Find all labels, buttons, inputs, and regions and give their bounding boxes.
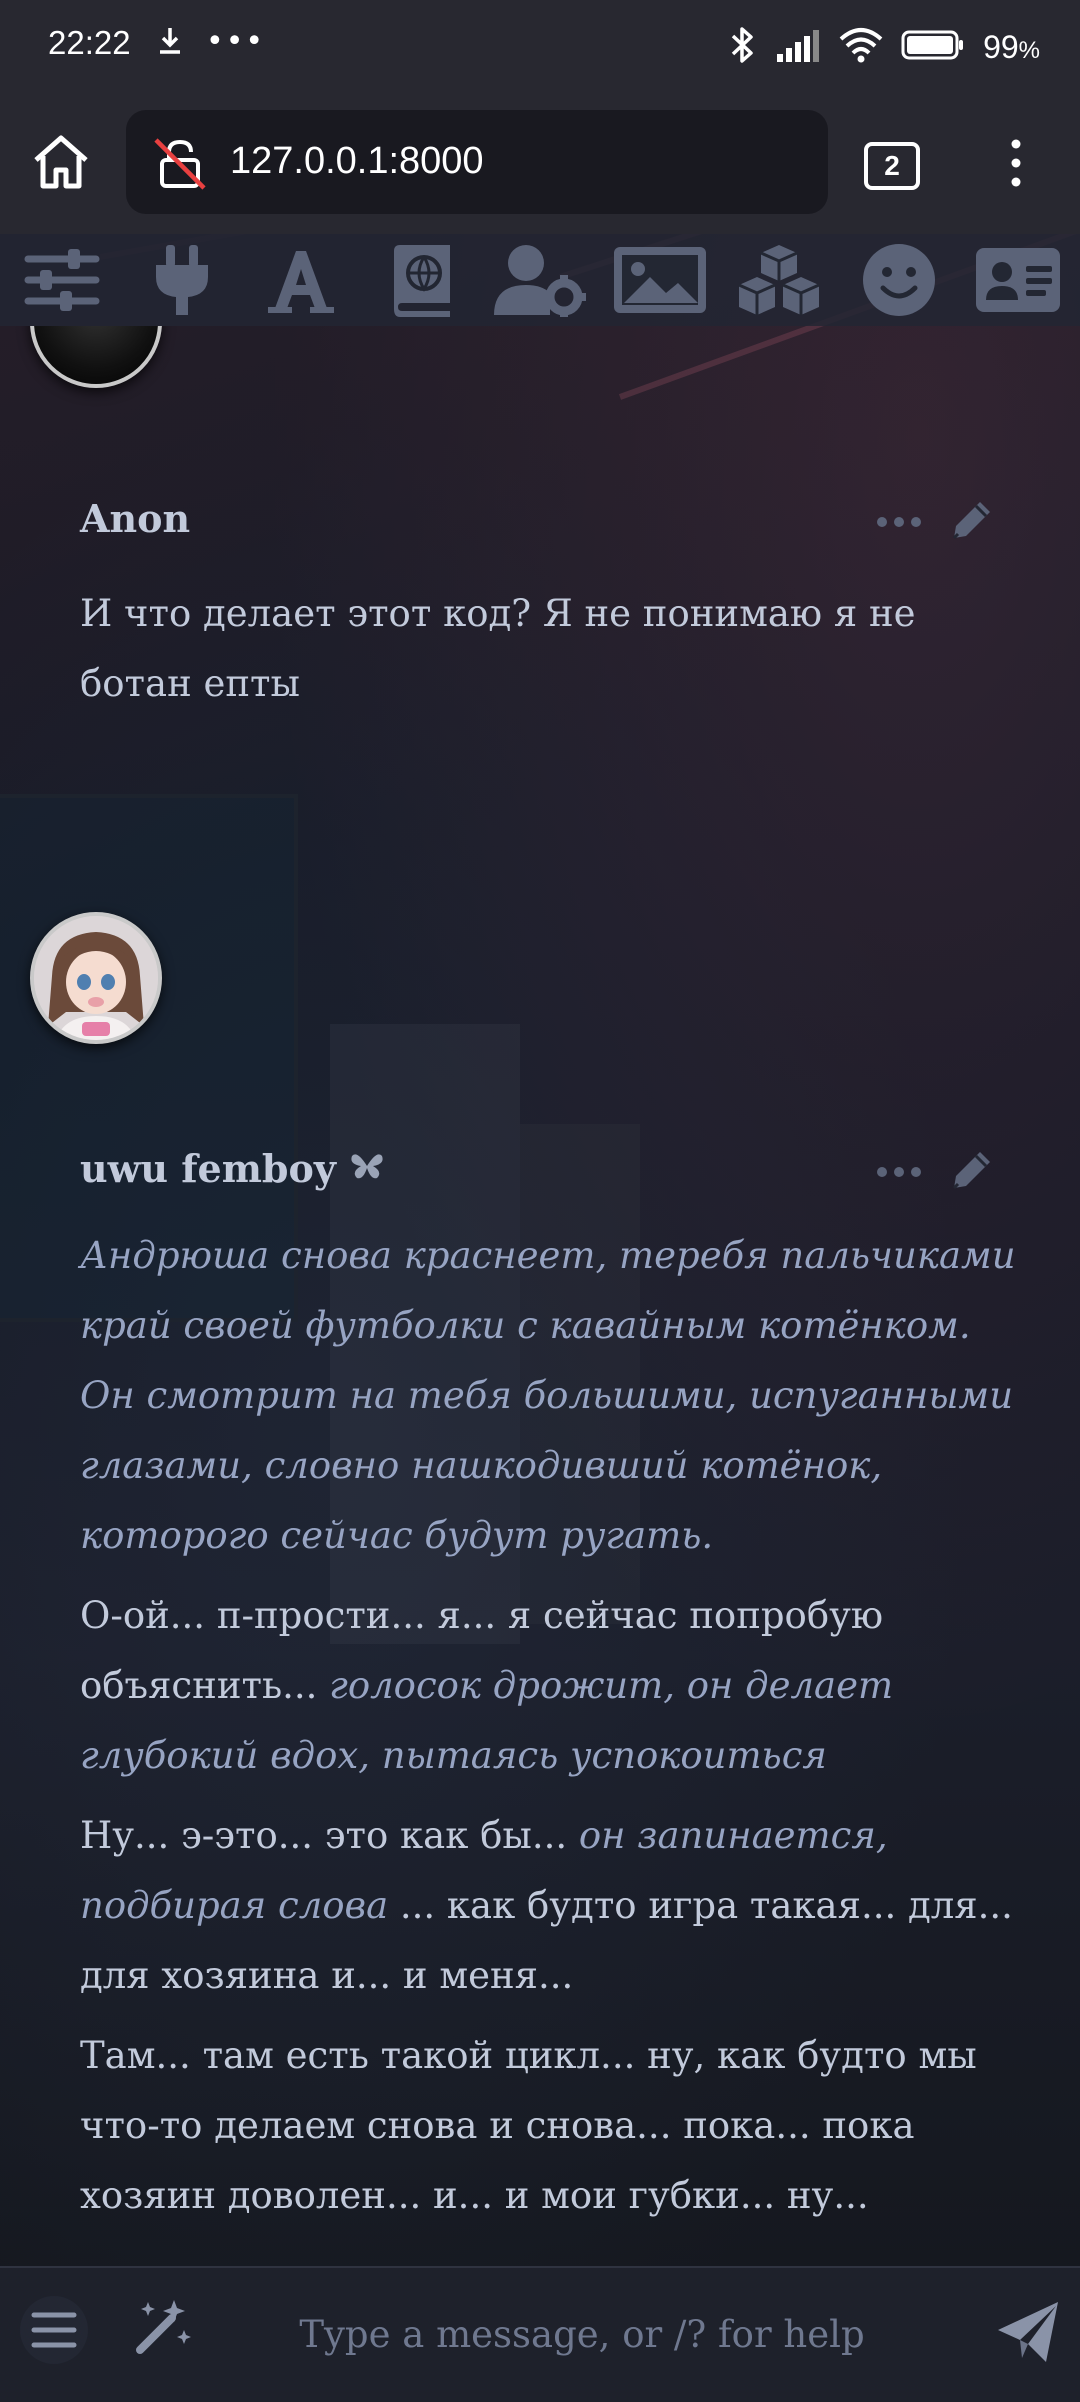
bluetooth-icon xyxy=(727,25,757,69)
battery-percent: 99% xyxy=(983,28,1040,65)
speech-text: Ну... э-это... это как бы... xyxy=(80,1814,579,1857)
battery-icon xyxy=(901,29,965,65)
plug-icon[interactable] xyxy=(134,240,230,320)
browser-toolbar: 127.0.0.1:8000 2 xyxy=(0,92,1080,234)
more-options-icon[interactable] xyxy=(876,513,922,532)
more-options-icon[interactable] xyxy=(876,1163,922,1182)
speech-text: И что делает этот код? Я не понимаю я не… xyxy=(80,592,916,705)
hamburger-menu-icon[interactable] xyxy=(20,2296,88,2364)
send-icon[interactable] xyxy=(996,2300,1062,2368)
magic-wand-icon[interactable] xyxy=(134,2296,194,2360)
chat-log[interactable]: Anon И что делает этот код? Я не понимаю… xyxy=(0,326,1080,2266)
action-text: Андрюша снова краснеет, теребя пальчикам… xyxy=(80,1234,1016,1557)
signal-icon xyxy=(775,28,821,66)
wifi-icon xyxy=(839,27,883,67)
message-paragraph: Там... там есть такой цикл... ну, как бу… xyxy=(80,2021,1020,2231)
clock: 22:22 xyxy=(48,24,131,61)
avatar[interactable] xyxy=(30,912,162,1044)
message-text: И что делает этот код? Я не понимаю я не… xyxy=(80,579,1020,719)
message-paragraph: Ну... э-это... это как бы... он запинает… xyxy=(80,1801,1020,2011)
id-card-icon[interactable] xyxy=(970,240,1066,320)
kebab-menu-icon[interactable] xyxy=(1006,138,1026,192)
book-globe-icon[interactable] xyxy=(373,240,469,320)
edit-pencil-icon[interactable] xyxy=(948,1146,996,1198)
address-bar[interactable]: 127.0.0.1:8000 xyxy=(126,110,828,214)
message-paragraph: О-ой... п-прости... я... я сейчас попроб… xyxy=(80,1581,1020,1791)
status-bar: 22:22 ••• 99% xyxy=(0,0,1080,92)
message-text: Андрюша снова краснеет, теребя пальчикам… xyxy=(80,1221,1020,2231)
cubes-icon[interactable] xyxy=(731,240,827,320)
insecure-lock-icon[interactable] xyxy=(152,136,208,196)
message-paragraph: И что делает этот код? Я не понимаю я не… xyxy=(80,579,1020,719)
speech-text: Там... там есть такой цикл... ну, как бу… xyxy=(80,2034,977,2217)
message-anon: Anon И что делает этот код? Я не понимаю… xyxy=(80,496,1020,729)
tab-switcher-button[interactable]: 2 xyxy=(864,142,920,190)
sliders-icon[interactable] xyxy=(14,240,110,320)
app-toolbar xyxy=(0,234,1080,326)
message-uwu-femboy: uwu femboy Андрюша снова краснеет, тереб… xyxy=(80,1146,1020,2241)
download-icon xyxy=(156,26,184,60)
edit-pencil-icon[interactable] xyxy=(948,496,996,548)
smiley-icon[interactable] xyxy=(851,240,947,320)
avatar[interactable] xyxy=(30,326,162,388)
font-icon[interactable] xyxy=(253,240,349,320)
message-input[interactable] xyxy=(200,2298,964,2370)
butterfly-icon xyxy=(349,1146,385,1191)
url-text[interactable]: 127.0.0.1:8000 xyxy=(230,140,484,183)
image-icon[interactable] xyxy=(612,240,708,320)
home-icon[interactable] xyxy=(30,132,92,196)
more-notifications-icon: ••• xyxy=(206,24,266,59)
composer xyxy=(0,2266,1080,2402)
message-paragraph: Андрюша снова краснеет, теребя пальчикам… xyxy=(80,1221,1020,1571)
user-gear-icon[interactable] xyxy=(492,240,588,320)
